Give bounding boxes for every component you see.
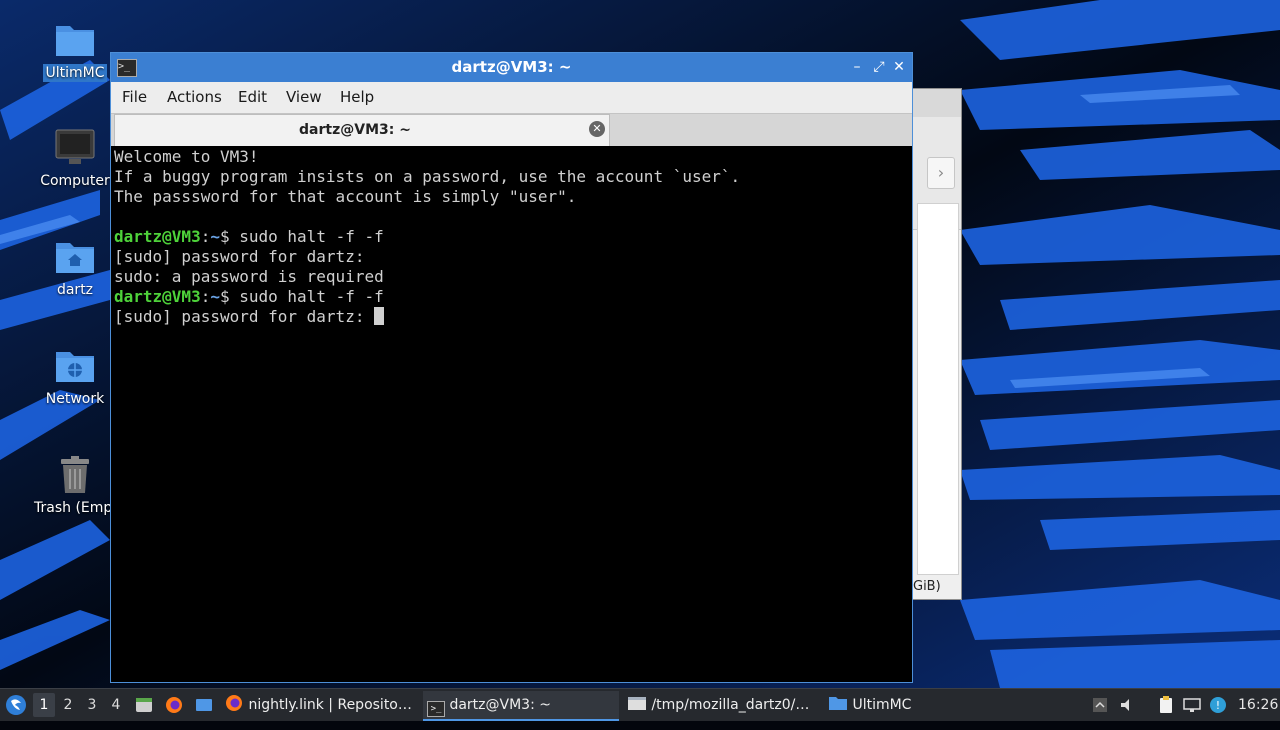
task-label: /tmp/mozilla_dartz0/… — [651, 697, 810, 713]
terminal-window[interactable]: >_ dartz@VM3: ~ – ⤢ ✕ File Actions Edit … — [110, 52, 913, 683]
task-ultimmc[interactable]: UltimMC — [828, 691, 938, 719]
show-desktop-icon[interactable] — [194, 695, 214, 715]
task-firefox[interactable]: nightly.link | Reposito… — [224, 691, 414, 719]
desktop-icon-computer[interactable]: Computer — [32, 128, 118, 190]
firefox-launcher-icon[interactable] — [164, 695, 184, 715]
menu-bar: File Actions Edit View Help — [111, 82, 912, 113]
computer-icon — [53, 128, 97, 168]
prompt-line: dartz@VM3:~$ sudo halt -f -f — [114, 227, 909, 247]
terminal-titlebar[interactable]: >_ dartz@VM3: ~ – ⤢ ✕ — [111, 53, 912, 82]
output-line: sudo: a password is required — [114, 267, 384, 286]
volume-icon[interactable] — [1118, 695, 1138, 715]
workspace-2[interactable]: 2 — [57, 693, 79, 717]
menu-edit[interactable]: Edit — [238, 82, 267, 113]
maximize-button[interactable]: ⤢ — [869, 57, 889, 77]
output-line: If a buggy program insists on a password… — [114, 167, 741, 186]
desktop-icon-ultimmc[interactable]: UltimMC — [32, 20, 118, 82]
distro-logo-icon — [6, 695, 26, 715]
prompt-command: $ sudo halt -f -f — [219, 227, 384, 246]
task-folder-tmp[interactable]: /tmp/mozilla_dartz0/… — [627, 691, 817, 719]
menu-file[interactable]: File — [122, 82, 147, 113]
svg-text:!: ! — [1216, 699, 1220, 712]
prompt-path: ~ — [210, 227, 220, 246]
desktop-icon-label: Trash (Empt — [34, 500, 118, 516]
desktop-icon-label: UltimMC — [43, 64, 107, 82]
task-terminal[interactable]: >_ dartz@VM3: ~ — [423, 691, 619, 721]
tab-bar: dartz@VM3: ~ ✕ — [111, 113, 912, 146]
prompt-separator: : — [200, 227, 211, 246]
desktop-icon-label: dartz — [56, 282, 94, 298]
close-button[interactable]: ✕ — [889, 57, 909, 77]
folder-icon — [829, 697, 847, 710]
menu-actions[interactable]: Actions — [167, 82, 222, 113]
output-line: The passsword for that account is simply… — [114, 187, 577, 206]
prompt-user: dartz@VM3 — [114, 287, 201, 306]
task-label: nightly.link | Reposito… — [248, 697, 412, 713]
workspace-4[interactable]: 4 — [105, 693, 127, 717]
prompt-path: ~ — [210, 287, 220, 306]
terminal-output[interactable]: Welcome to VM3! If a buggy program insis… — [114, 146, 909, 681]
tab-label: dartz@VM3: ~ — [299, 122, 411, 138]
task-label: dartz@VM3: ~ — [449, 697, 551, 713]
tab-terminal[interactable]: dartz@VM3: ~ ✕ — [114, 114, 610, 146]
output-line: Welcome to VM3! — [114, 147, 259, 166]
file-manager-pane[interactable] — [917, 203, 959, 575]
file-manager-statusbar: GiB) — [913, 579, 941, 594]
minimize-button[interactable]: – — [847, 57, 867, 77]
desktop-icon-home[interactable]: dartz — [32, 237, 118, 299]
network-icon[interactable] — [1182, 695, 1202, 715]
firefox-icon — [226, 695, 242, 711]
menu-view[interactable]: View — [286, 82, 322, 113]
text-cursor — [374, 307, 385, 325]
task-label: UltimMC — [852, 697, 912, 713]
password-prompt-text: [sudo] password for dartz: — [114, 307, 375, 326]
terminal-icon: >_ — [427, 701, 445, 717]
network-folder-icon — [53, 346, 97, 386]
workspace-1[interactable]: 1 — [33, 693, 55, 717]
file-manager-launcher-icon[interactable] — [134, 695, 154, 715]
folder-icon — [53, 20, 97, 60]
start-menu-button[interactable] — [4, 692, 28, 718]
output-line: [sudo] password for dartz: — [114, 247, 365, 266]
clock[interactable]: 16:26 — [1238, 689, 1278, 721]
workspace-3[interactable]: 3 — [81, 693, 103, 717]
tab-close-icon[interactable]: ✕ — [589, 121, 605, 137]
updates-icon[interactable]: ! — [1208, 695, 1228, 715]
file-manager-window[interactable]: › GiB) — [912, 88, 962, 600]
folder-icon — [628, 697, 646, 710]
desktop-icon-trash[interactable]: Trash (Empt — [32, 455, 118, 517]
clipboard-icon[interactable] — [1156, 695, 1176, 715]
taskbar: 1 2 3 4 nightly.link | Reposito… >_ dart… — [0, 688, 1280, 721]
desktop-icon-label: Computer — [40, 173, 110, 189]
prompt-command: $ sudo halt -f -f — [219, 287, 384, 306]
trash-icon — [53, 455, 97, 495]
file-manager-titlebar[interactable] — [913, 89, 961, 118]
prompt-user: dartz@VM3 — [114, 227, 201, 246]
menu-help[interactable]: Help — [340, 82, 374, 113]
desktop-icon-network[interactable]: Network — [32, 346, 118, 408]
prompt-separator: : — [200, 287, 211, 306]
password-prompt-line[interactable]: [sudo] password for dartz: — [114, 307, 909, 327]
forward-button[interactable]: › — [927, 157, 955, 189]
window-title: dartz@VM3: ~ — [451, 58, 572, 76]
home-folder-icon — [53, 237, 97, 277]
prompt-line: dartz@VM3:~$ sudo halt -f -f — [114, 287, 909, 307]
desktop-icon-label: Network — [45, 391, 105, 407]
tray-expand-icon[interactable] — [1090, 695, 1110, 715]
